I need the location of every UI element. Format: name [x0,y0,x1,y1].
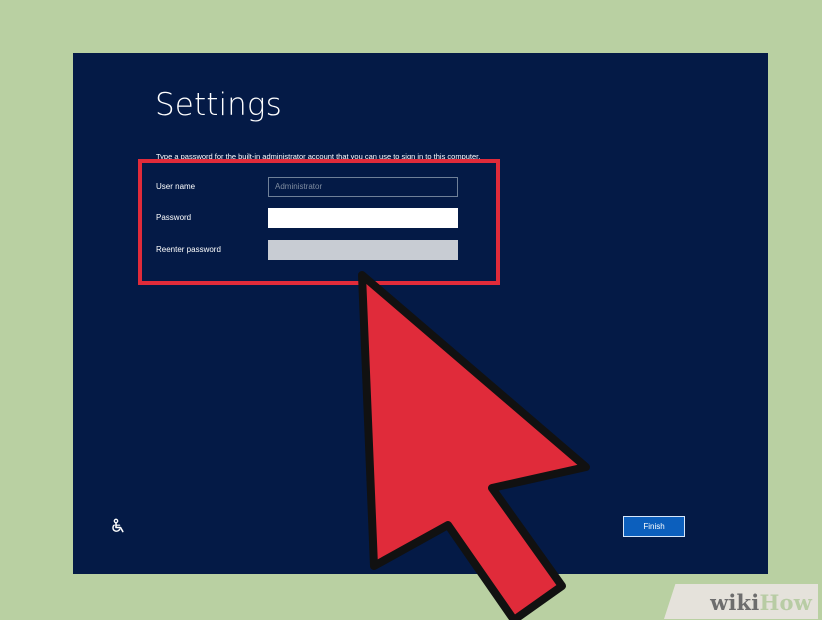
watermark-wiki: wiki [710,590,760,615]
page: Settings Type a password for the built-i… [0,0,822,620]
user-name-label: User name [156,182,196,191]
watermark-how: How [759,590,812,615]
password-label: Password [156,213,192,222]
finish-button[interactable]: Finish [623,516,685,537]
wikihow-watermark: wikiHow [658,577,818,619]
accessibility-icon[interactable] [111,518,127,534]
instruction-text: Type a password for the built-in adminis… [156,152,481,161]
reenter-password-label: Reenter password [156,245,221,254]
watermark-text: wikiHow [710,590,812,615]
password-field[interactable] [268,208,458,228]
windows-setup-screen [73,53,768,574]
reenter-password-field[interactable] [268,240,458,260]
page-title: Settings [155,87,282,123]
user-name-field[interactable]: Administrator [268,177,458,197]
